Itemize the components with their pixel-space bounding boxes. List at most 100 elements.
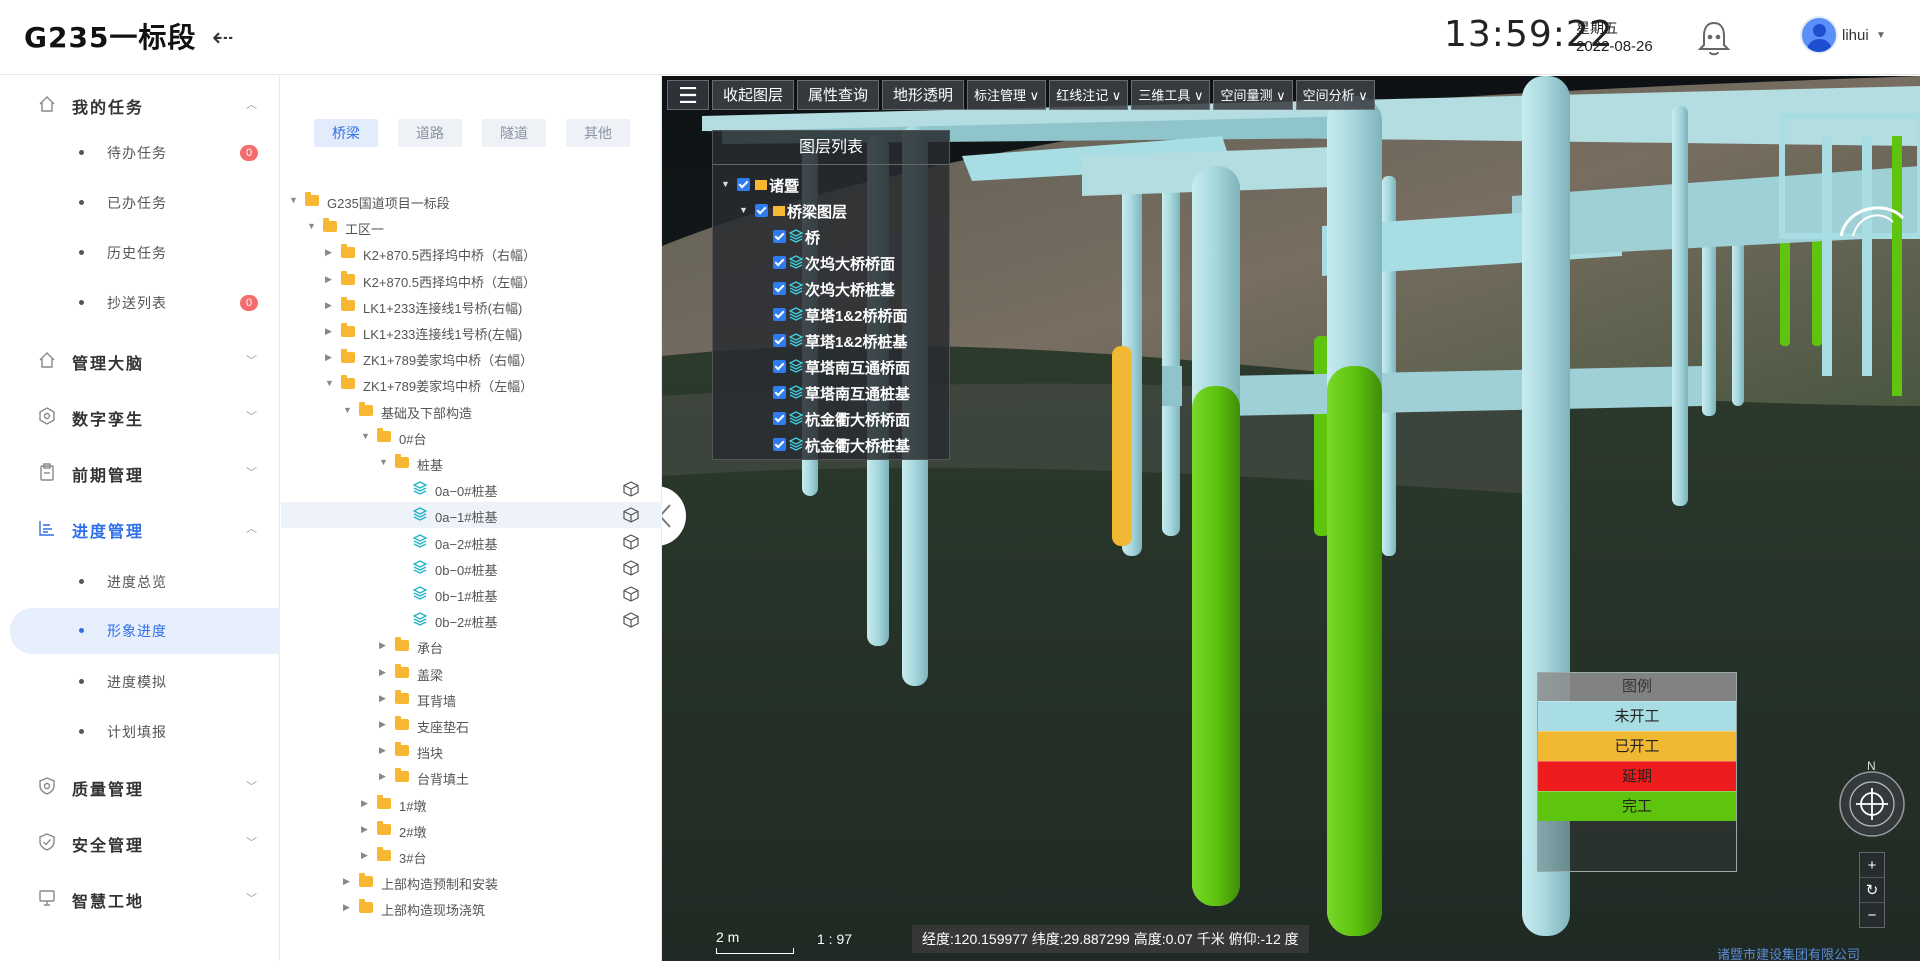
tree-node[interactable]: ▶ 1#墩 — [281, 791, 662, 817]
tree-node[interactable]: 0b−2#桩基 — [281, 607, 662, 633]
tab-bridge[interactable]: 桥梁 — [314, 119, 378, 147]
caret-right-icon[interactable]: ▶ — [325, 247, 332, 258]
sidebar-item-progress-overview[interactable]: 进度总览 — [0, 562, 280, 602]
caret-down-icon[interactable]: ▼ — [361, 431, 370, 441]
tab-other[interactable]: 其他 — [566, 119, 630, 147]
tree-node[interactable]: ▼ G235国道项目一标段 — [281, 188, 662, 214]
tree-node[interactable]: ▶ 承台 — [281, 633, 662, 659]
sidebar-item-done[interactable]: 已办任务 — [0, 183, 280, 223]
attribute-query-button[interactable]: 属性查询 — [797, 80, 880, 110]
layer-checkbox[interactable] — [773, 412, 786, 425]
caret-right-icon[interactable]: ▶ — [325, 300, 332, 311]
zoom-out-button[interactable]: − — [1860, 903, 1884, 928]
username[interactable]: lihui — [1842, 27, 1869, 44]
tab-tunnel[interactable]: 隧道 — [482, 119, 546, 147]
caret-down-icon[interactable]: ▼ — [1876, 30, 1886, 41]
caret-right-icon[interactable]: ▶ — [379, 771, 386, 782]
collapse-layers-button[interactable]: 收起图层 — [712, 80, 795, 110]
layer-checkbox[interactable] — [773, 386, 786, 399]
cube-icon[interactable] — [623, 533, 639, 550]
caret-down-icon[interactable]: ▼ — [343, 405, 352, 415]
caret-right-icon[interactable]: ▶ — [361, 798, 368, 809]
caret-down-icon[interactable]: ▼ — [739, 205, 748, 215]
tree-node[interactable]: ▼ 基础及下部构造 — [281, 398, 662, 424]
tree-node[interactable]: ▼ ZK1+789姜家坞中桥（左幅） — [281, 371, 662, 397]
caret-right-icon[interactable]: ▶ — [379, 693, 386, 704]
caret-down-icon[interactable]: ▼ — [721, 179, 730, 189]
menu-progress[interactable]: 进度管理 ︿ — [0, 508, 280, 548]
sidebar-item-visual-progress[interactable]: 形象进度 — [10, 608, 280, 654]
cube-icon[interactable] — [623, 481, 639, 497]
tree-node[interactable]: ▶ 挡块 — [281, 738, 662, 764]
terrain-transparent-button[interactable]: 地形透明 — [882, 80, 965, 110]
caret-right-icon[interactable]: ▶ — [343, 876, 350, 887]
tree-node[interactable]: ▶ ZK1+789姜家坞中桥（右幅） — [281, 345, 662, 371]
3d-tools-menu[interactable]: 三维工具 ∨ — [1131, 80, 1211, 110]
tree-node[interactable]: 0b−1#桩基 — [281, 581, 662, 607]
sidebar-item-history[interactable]: 历史任务 — [0, 233, 280, 273]
caret-right-icon[interactable]: ▶ — [325, 352, 332, 363]
reset-view-button[interactable]: ↻ — [1860, 878, 1884, 903]
caret-right-icon[interactable]: ▶ — [361, 850, 368, 861]
measure-menu[interactable]: 空间量测 ∨ — [1213, 80, 1293, 110]
tree-node[interactable]: ▶ LK1+233连接线1号桥(左幅) — [281, 319, 662, 345]
caret-right-icon[interactable]: ▶ — [379, 640, 386, 651]
sidebar-item-plan-fill[interactable]: 计划填报 — [0, 712, 280, 752]
caret-right-icon[interactable]: ▶ — [379, 719, 386, 730]
cube-icon[interactable] — [623, 507, 639, 524]
caret-right-icon[interactable]: ▶ — [325, 326, 332, 337]
cube-icon[interactable] — [623, 560, 639, 576]
layer-checkbox[interactable] — [773, 438, 786, 451]
menu-smart-site[interactable]: 智慧工地 ﹀ — [0, 878, 280, 918]
layer-checkbox[interactable] — [737, 178, 750, 191]
caret-right-icon[interactable]: ▶ — [379, 667, 386, 678]
tree-node[interactable]: 0a−1#桩基 — [281, 502, 662, 529]
caret-down-icon[interactable]: ▼ — [289, 195, 298, 205]
layer-checkbox[interactable] — [773, 334, 786, 347]
annotation-menu[interactable]: 标注管理 ∨ — [967, 80, 1047, 110]
spatial-analysis-menu[interactable]: 空间分析 ∨ — [1295, 80, 1375, 110]
layer-checkbox[interactable] — [773, 282, 786, 295]
caret-right-icon[interactable]: ▶ — [325, 274, 332, 285]
tree-node[interactable]: 0a−2#桩基 — [281, 529, 662, 555]
view-mode-icon[interactable] — [1837, 196, 1909, 244]
3d-map-viewport[interactable]: ☰ 收起图层 属性查询 地形透明 标注管理 ∨ 红线注记 ∨ 三维工具 ∨ 空间… — [662, 76, 1920, 961]
bell-icon[interactable] — [1696, 18, 1732, 58]
menu-my-tasks[interactable]: 我的任务 ︿ — [0, 84, 280, 124]
caret-right-icon[interactable]: ▶ — [361, 824, 368, 835]
tree-node[interactable]: ▶ 2#墩 — [281, 817, 662, 843]
caret-down-icon[interactable]: ▼ — [325, 378, 334, 388]
menu-management-brain[interactable]: 管理大脑 ﹀ — [0, 340, 280, 380]
tree-node[interactable]: ▶ K2+870.5西择坞中桥（右幅） — [281, 240, 662, 266]
zoom-in-button[interactable]: + — [1860, 853, 1884, 878]
compass-icon[interactable]: N — [1837, 758, 1907, 838]
menu-quality[interactable]: 质量管理 ﹀ — [0, 766, 280, 806]
tree-node[interactable]: ▶ K2+870.5西择坞中桥（左幅） — [281, 267, 662, 293]
tree-node[interactable]: ▶ 支座垫石 — [281, 712, 662, 738]
caret-right-icon[interactable]: ▶ — [343, 902, 350, 913]
tree-node[interactable]: ▼ 0#台 — [281, 424, 662, 450]
caret-down-icon[interactable]: ▼ — [379, 457, 388, 467]
menu-safety[interactable]: 安全管理 ﹀ — [0, 822, 280, 862]
tree-node[interactable]: ▶ 盖梁 — [281, 660, 662, 686]
tree-node[interactable]: ▶ 上部构造预制和安装 — [281, 869, 662, 895]
tree-node[interactable]: ▶ 台背填土 — [281, 764, 662, 790]
tree-node[interactable]: ▶ LK1+233连接线1号桥(右幅) — [281, 293, 662, 319]
user-avatar[interactable] — [1800, 16, 1838, 54]
cube-icon[interactable] — [623, 612, 639, 628]
layer-checkbox[interactable] — [773, 360, 786, 373]
menu-icon[interactable]: ☰ — [667, 80, 709, 110]
tab-road[interactable]: 道路 — [398, 119, 462, 147]
redline-menu[interactable]: 红线注记 ∨ — [1049, 80, 1129, 110]
layer-checkbox[interactable] — [773, 308, 786, 321]
layer-checkbox[interactable] — [755, 204, 768, 217]
layer-checkbox[interactable] — [773, 256, 786, 269]
tree-node[interactable]: ▶ 上部构造现场浇筑 — [281, 895, 662, 921]
sidebar-item-cc-list[interactable]: 抄送列表 0 — [0, 283, 280, 323]
tree-node[interactable]: 0a−0#桩基 — [281, 476, 662, 502]
back-arrow-icon[interactable]: ⇠ — [212, 22, 234, 53]
cube-icon[interactable] — [623, 586, 639, 602]
tree-node[interactable]: 0b−0#桩基 — [281, 555, 662, 581]
sidebar-item-pending[interactable]: 待办任务 0 — [0, 133, 280, 173]
tree-node[interactable]: ▼ 桩基 — [281, 450, 662, 476]
